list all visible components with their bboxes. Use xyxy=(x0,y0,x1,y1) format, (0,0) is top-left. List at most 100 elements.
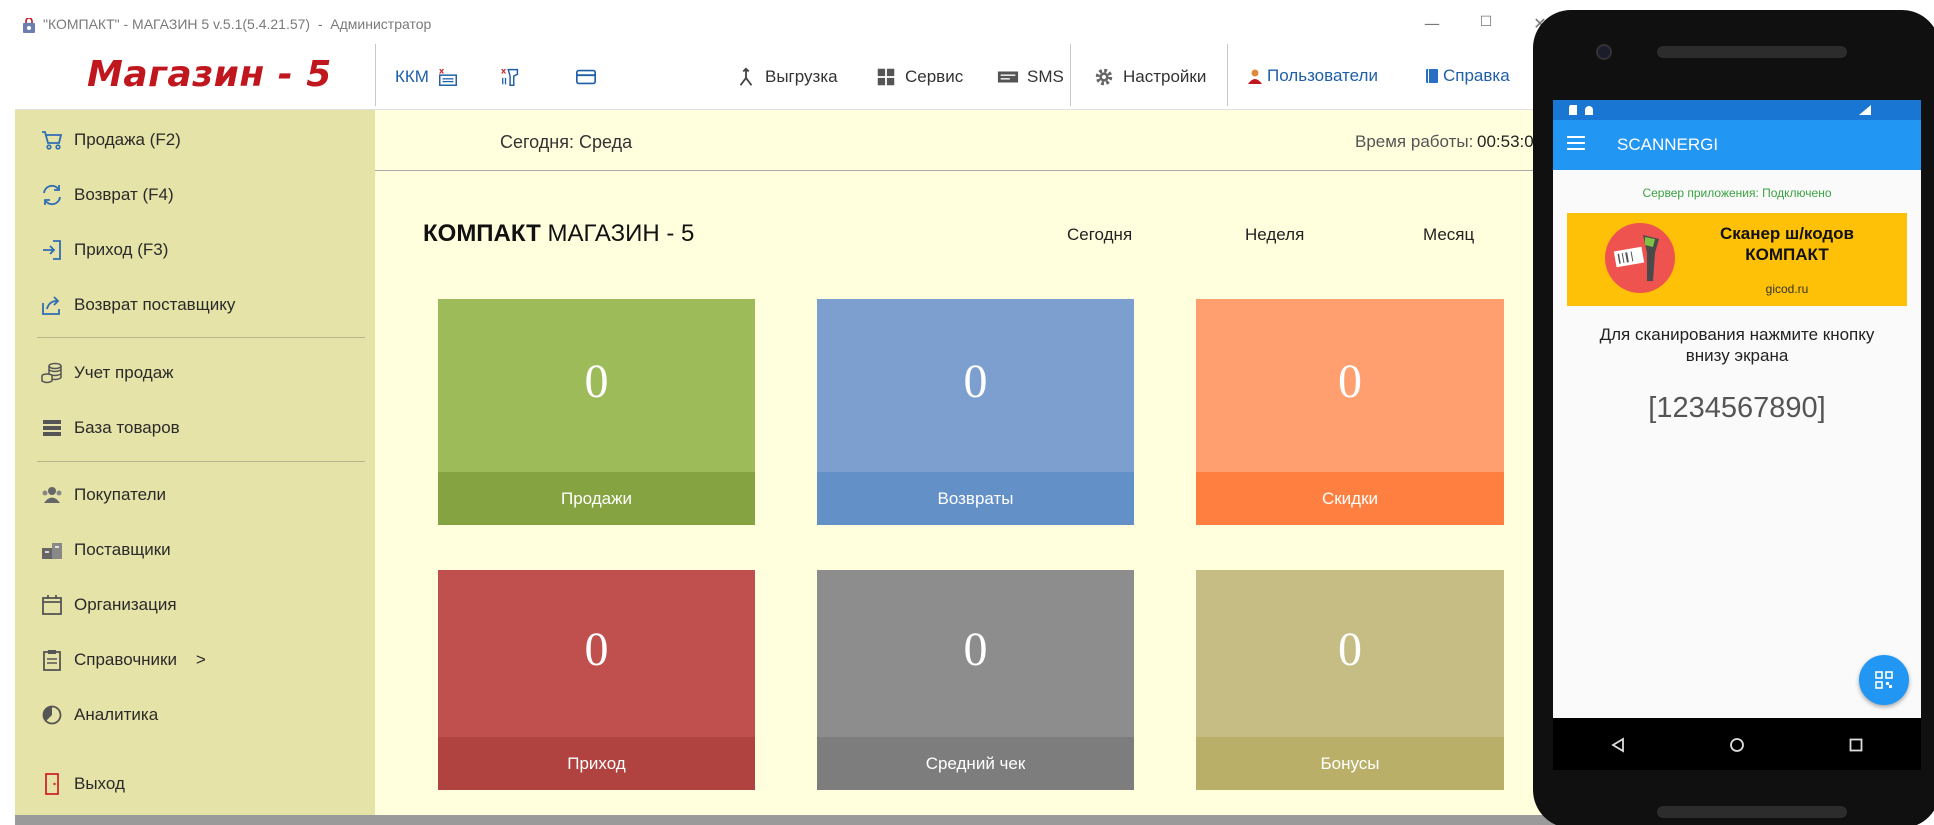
toolbar-sms-button[interactable]: SMS xyxy=(997,66,1064,88)
sidebar-item-label: База товаров xyxy=(74,418,180,437)
sidebar-divider xyxy=(37,337,365,338)
sidebar-item-suppliers[interactable]: Поставщики xyxy=(40,538,171,562)
sidebar-item-label: Аналитика xyxy=(74,705,159,724)
barcode-scanner-icon: x xyxy=(501,66,519,86)
svg-text:x: x xyxy=(501,66,507,75)
tile-label: Скидки xyxy=(1196,472,1504,525)
toolbar-divider xyxy=(1227,44,1228,106)
clipboard-icon xyxy=(43,650,61,671)
dashboard-title-rest: МАГАЗИН - 5 xyxy=(547,220,695,247)
calendar-icon xyxy=(42,595,62,615)
sidebar-item-label: Выход xyxy=(74,774,125,793)
period-today-tab[interactable]: Сегодня xyxy=(1067,225,1132,245)
tile-sales[interactable]: 0 Продажи xyxy=(438,299,755,525)
scanner-button[interactable]: x xyxy=(500,66,522,88)
pie-chart-icon xyxy=(42,705,62,725)
tile-label: Средний чек xyxy=(817,737,1134,790)
phone-speaker-bottom xyxy=(1657,806,1847,818)
gear-icon xyxy=(1095,68,1113,86)
sidebar-item-customers[interactable]: Покупатели xyxy=(40,483,166,507)
work-time-label: Время работы: xyxy=(1355,132,1474,151)
sidebar-item-supplier-return[interactable]: Возврат поставщику xyxy=(40,293,235,317)
share-icon xyxy=(42,296,60,315)
banner-site: gicod.ru xyxy=(1765,282,1809,296)
book-icon xyxy=(1426,69,1438,83)
tile-label: Приход xyxy=(438,737,755,790)
toolbar-service-label: Сервис xyxy=(905,67,964,86)
sidebar-item-sales-accounting[interactable]: Учет продаж xyxy=(40,361,174,385)
sidebar-item-products[interactable]: База товаров xyxy=(40,416,180,440)
tile-bonuses[interactable]: 0 Бонусы xyxy=(1196,570,1504,790)
toolbar-export-button[interactable]: Выгрузка xyxy=(735,66,838,88)
sidebar-item-organization[interactable]: Организация xyxy=(40,593,177,617)
dashboard-title-bold: КОМПАКТ xyxy=(423,220,541,247)
sidebar-item-label: Организация xyxy=(74,595,177,614)
period-week-tab[interactable]: Неделя xyxy=(1245,225,1304,245)
tile-income[interactable]: 0 Приход xyxy=(438,570,755,790)
tile-value: 0 xyxy=(1338,355,1362,408)
refresh-icon xyxy=(43,184,61,206)
sidebar-item-return[interactable]: Возврат (F4) xyxy=(40,183,174,207)
tile-label: Бонусы xyxy=(1196,737,1504,790)
phone-screen: SCANNERGI Сервер приложения: Подключено … xyxy=(1553,100,1921,718)
toolbar-service-button[interactable]: Сервис xyxy=(875,66,963,88)
app-title: SCANNERGI xyxy=(1617,135,1719,154)
sidebar-item-exit[interactable]: Выход xyxy=(40,772,125,796)
android-icon xyxy=(1585,106,1593,115)
cart-icon xyxy=(42,131,63,150)
kkm-label: ККМ xyxy=(395,67,429,86)
toolbar-users-label: Пользователи xyxy=(1267,66,1378,85)
app-icon xyxy=(23,18,35,33)
barcode-gun-icon xyxy=(1613,235,1659,281)
tile-value: 0 xyxy=(1338,623,1362,676)
toolbar-help-button[interactable]: Справка xyxy=(1425,66,1510,86)
tile-average-check[interactable]: 0 Средний чек xyxy=(817,570,1134,790)
tile-label: Возвраты xyxy=(817,472,1134,525)
tile-returns[interactable]: 0 Возвраты xyxy=(817,299,1134,525)
scanner-banner[interactable]: Сканер ш/кодов КОМПАКТ gicod.ru xyxy=(1567,213,1907,306)
info-bar: Сегодня: Среда Время работы: 00:53:0 xyxy=(375,110,1615,171)
dashboard-title: КОМПАКТ МАГАЗИН - 5 xyxy=(423,220,694,248)
sidebar-item-label: Продажа (F2) xyxy=(74,130,181,149)
recents-icon[interactable] xyxy=(1849,738,1863,752)
phone-camera xyxy=(1596,44,1612,60)
sidebar-item-references[interactable]: Справочники > xyxy=(40,648,206,672)
sidebar-item-analytics[interactable]: Аналитика xyxy=(40,703,158,727)
toolbar-settings-label: Настройки xyxy=(1123,67,1207,86)
export-icon xyxy=(739,67,753,86)
scanned-code: [1234567890] xyxy=(1648,392,1826,424)
scan-fab-button[interactable] xyxy=(1859,655,1909,705)
toolbar-divider xyxy=(375,44,376,106)
coins-icon xyxy=(41,362,62,384)
scan-instruction: Для сканирования нажмите кнопку внизу эк… xyxy=(1599,325,1875,365)
sidebar-item-label: Приход (F3) xyxy=(74,240,169,259)
card-payment-button[interactable] xyxy=(575,66,597,88)
tile-discounts[interactable]: 0 Скидки xyxy=(1196,299,1504,525)
back-icon[interactable] xyxy=(1610,737,1626,753)
signal-icon xyxy=(1859,105,1871,115)
sidebar-item-label: Учет продаж xyxy=(74,363,174,382)
sms-icon xyxy=(997,71,1019,83)
tile-value: 0 xyxy=(584,623,609,676)
tile-value: 0 xyxy=(963,355,988,408)
sidebar-item-sale[interactable]: Продажа (F2) xyxy=(40,128,181,152)
home-icon[interactable] xyxy=(1729,737,1745,753)
toolbar-settings-button[interactable]: Настройки xyxy=(1093,66,1206,88)
period-month-tab[interactable]: Месяц xyxy=(1423,225,1474,245)
sidebar-item-label: Покупатели xyxy=(74,485,166,504)
toolbar-users-button[interactable]: Пользователи xyxy=(1247,66,1378,86)
credit-card-icon xyxy=(576,69,596,85)
sidebar-divider xyxy=(37,461,365,462)
window-title: "КОМПАКТ" - МАГАЗИН 5 v.5.1(5.4.21.57) -… xyxy=(43,16,432,32)
grid-icon xyxy=(877,68,895,86)
minimize-button[interactable]: — xyxy=(1422,14,1442,33)
maximize-button[interactable]: ☐ xyxy=(1476,14,1496,30)
scanner-logo xyxy=(1605,223,1675,293)
kkm-button[interactable]: ККМ x xyxy=(395,66,459,88)
sidebar-item-income[interactable]: Приход (F3) xyxy=(40,238,168,262)
hamburger-menu-icon[interactable] xyxy=(1567,136,1585,154)
app-logo: Магазин - 5 xyxy=(87,54,332,95)
login-icon xyxy=(43,240,61,260)
status-bar xyxy=(15,815,1615,825)
sidebar-item-label: Справочники > xyxy=(74,650,206,669)
